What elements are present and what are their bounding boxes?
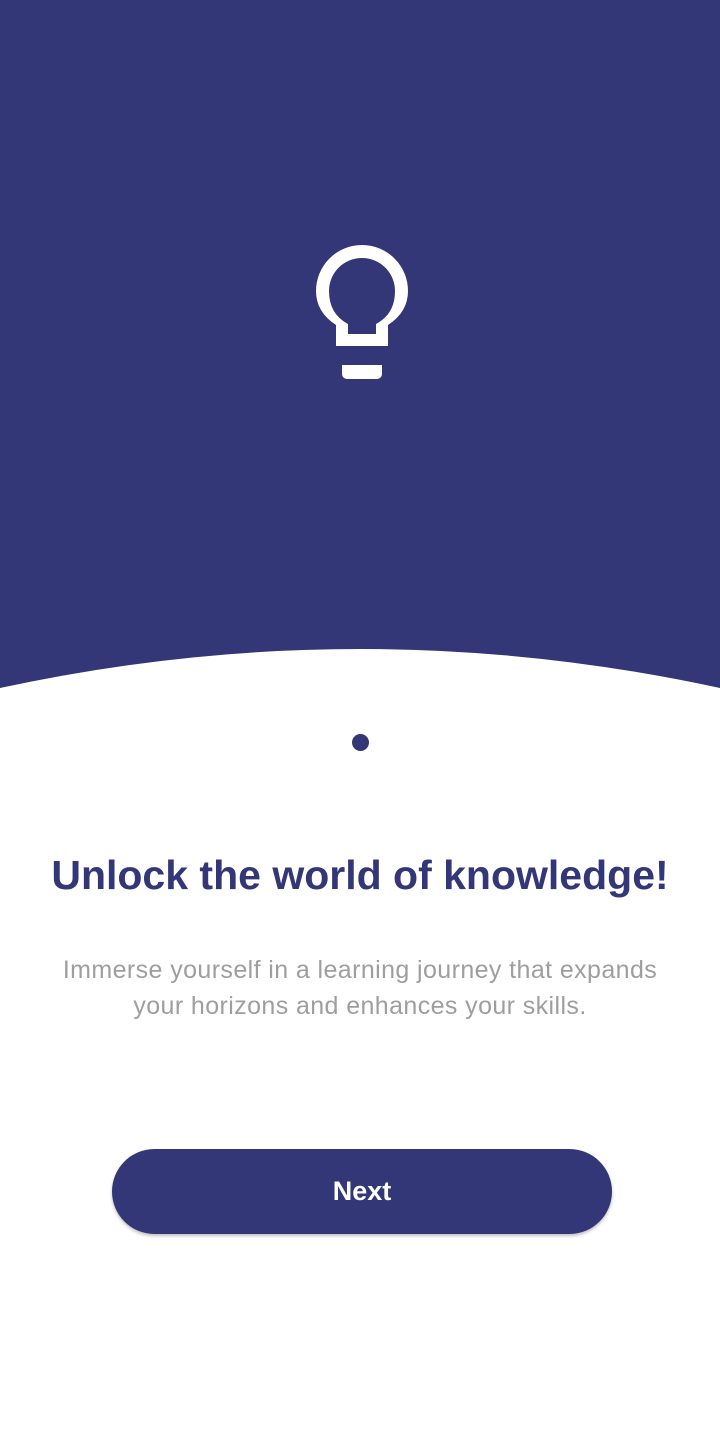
hero-banner <box>0 0 720 690</box>
page-dot-active <box>351 734 369 751</box>
lightbulb-icon <box>316 245 408 379</box>
onboarding-title: Unlock the world of knowledge! <box>51 852 669 898</box>
page-indicator <box>0 734 720 751</box>
onboarding-description: Immerse yourself in a learning journey t… <box>62 956 658 1020</box>
next-button[interactable]: Next <box>112 1149 612 1234</box>
